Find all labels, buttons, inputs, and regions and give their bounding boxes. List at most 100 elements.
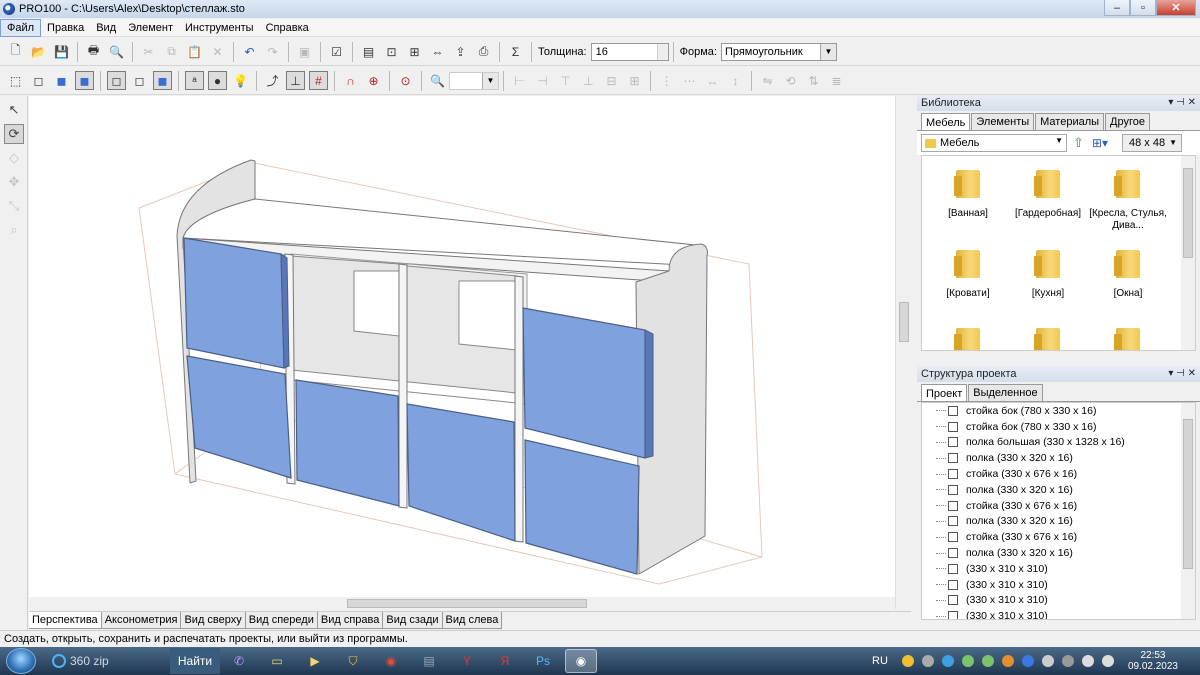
- taskbar-search-input[interactable]: 360 zip: [70, 654, 170, 668]
- library-item[interactable]: [Кухня]: [1008, 250, 1088, 300]
- yandex-icon[interactable]: Я: [489, 649, 521, 673]
- library-scrollbar[interactable]: [1181, 156, 1195, 350]
- tab-right-view[interactable]: Вид справа: [317, 612, 384, 629]
- library-item[interactable]: [Кресла, Стулья, Дива...: [1088, 170, 1168, 232]
- zoom-area-icon[interactable]: ⌕: [4, 220, 24, 240]
- export-icon[interactable]: ⇪: [451, 42, 470, 61]
- menu-tools[interactable]: Инструменты: [179, 20, 260, 36]
- checkbox[interactable]: [948, 453, 958, 464]
- tab-perspective[interactable]: Перспектива: [29, 612, 102, 629]
- library-item[interactable]: [Гардеробная]: [1008, 170, 1088, 220]
- tab-project[interactable]: Проект: [921, 384, 968, 401]
- texture-icon[interactable]: ᵃ: [185, 71, 204, 90]
- tray-network-icon[interactable]: [1081, 655, 1094, 667]
- align-center-icon[interactable]: ⊣: [533, 71, 552, 90]
- menu-view[interactable]: Вид: [90, 20, 122, 36]
- ruler-icon[interactable]: ⊥: [286, 71, 305, 90]
- yandex-browser-icon[interactable]: Y: [451, 649, 483, 673]
- zoom-window-icon[interactable]: ⊡: [382, 42, 401, 61]
- box-outline-icon[interactable]: ◻: [29, 71, 48, 90]
- magnet-select-icon[interactable]: ⤴: [263, 71, 282, 90]
- app-shield-icon[interactable]: ⛉: [337, 649, 369, 673]
- tab-left-view[interactable]: Вид слева: [442, 612, 503, 629]
- distribute-v-icon[interactable]: ⋯: [680, 71, 699, 90]
- menu-element[interactable]: Элемент: [122, 20, 179, 36]
- scroll-thumb[interactable]: [1183, 419, 1193, 569]
- media-player-icon[interactable]: ▶: [299, 649, 331, 673]
- paste-icon[interactable]: 📋: [185, 42, 204, 61]
- checkbox[interactable]: [948, 405, 958, 416]
- tab-axonometry[interactable]: Аксонометрия: [101, 612, 182, 629]
- window-icon[interactable]: ▤: [359, 42, 378, 61]
- library-item[interactable]: [Окна]: [1088, 250, 1168, 300]
- redo-icon[interactable]: ↷: [263, 42, 282, 61]
- library-item[interactable]: [1088, 328, 1168, 350]
- frame-icon[interactable]: ◻: [107, 71, 126, 90]
- tab-front-view[interactable]: Вид спереди: [245, 612, 318, 629]
- icon-size-select[interactable]: 48 x 48 ▼: [1121, 134, 1182, 152]
- checkbox[interactable]: [948, 437, 958, 448]
- stack-icon[interactable]: ≣: [827, 71, 846, 90]
- tray-lightning-icon[interactable]: [901, 655, 914, 667]
- tree-item[interactable]: (330 x 310 x 310): [922, 593, 1195, 609]
- tray-bluetooth-icon[interactable]: [1021, 655, 1034, 667]
- sum-icon[interactable]: Σ: [506, 42, 525, 61]
- menu-help[interactable]: Справка: [260, 20, 315, 36]
- tray-green-icon[interactable]: [961, 655, 974, 667]
- tree-item[interactable]: полка (330 x 320 x 16): [922, 450, 1195, 466]
- tab-selected[interactable]: Выделенное: [968, 384, 1043, 401]
- tree-item[interactable]: стойка (330 x 676 x 16): [922, 498, 1195, 514]
- align-middle-icon[interactable]: ⊟: [602, 71, 621, 90]
- pro100-taskbar-icon[interactable]: ◉: [565, 649, 597, 673]
- taskbar-search-button[interactable]: Найти: [170, 648, 220, 674]
- tab-furniture[interactable]: Мебель: [921, 113, 971, 130]
- size-v-icon[interactable]: ↕: [726, 71, 745, 90]
- tab-other[interactable]: Другое: [1105, 113, 1150, 130]
- scroll-thumb[interactable]: [1183, 168, 1193, 258]
- maximize-button[interactable]: ▫: [1130, 0, 1156, 16]
- light-bulb-icon[interactable]: 💡: [231, 71, 250, 90]
- checkbox[interactable]: [948, 516, 958, 527]
- cut-icon[interactable]: ✂: [139, 42, 158, 61]
- checkbox[interactable]: [948, 421, 958, 432]
- notepad-icon[interactable]: ▤: [413, 649, 445, 673]
- checkbox[interactable]: [948, 579, 958, 590]
- material-sphere-icon[interactable]: ●: [208, 71, 227, 90]
- box-solid-icon[interactable]: ◼: [75, 71, 94, 90]
- frame-solid-icon[interactable]: ◼: [153, 71, 172, 90]
- tree-item[interactable]: (330 x 310 x 310): [922, 577, 1195, 593]
- box-wire-icon[interactable]: ⬚: [6, 71, 25, 90]
- language-indicator[interactable]: RU: [872, 655, 888, 667]
- view-mode-icon[interactable]: ⊞▾: [1092, 136, 1108, 150]
- library-item[interactable]: [1008, 328, 1088, 350]
- checkbox[interactable]: [948, 500, 958, 511]
- checkbox[interactable]: [948, 469, 958, 480]
- print-icon[interactable]: 🖶: [84, 42, 103, 61]
- tray-update-icon[interactable]: [941, 655, 954, 667]
- tree-item[interactable]: (330 x 310 x 310): [922, 608, 1195, 619]
- frame-edge-icon[interactable]: ◻: [130, 71, 149, 90]
- mirror-icon[interactable]: ⇋: [758, 71, 777, 90]
- orbit-icon[interactable]: ⟳: [4, 124, 24, 144]
- zoom-select[interactable]: ▼: [449, 71, 499, 90]
- folder-up-icon[interactable]: ⇧: [1073, 135, 1084, 151]
- new-file-icon[interactable]: 🗋: [6, 42, 25, 61]
- open-folder-icon[interactable]: 📂: [29, 42, 48, 61]
- pointer-icon[interactable]: ↖: [4, 100, 24, 120]
- save-icon[interactable]: 💾: [52, 42, 71, 61]
- tree-item[interactable]: полка большая (330 x 1328 x 16): [922, 435, 1195, 451]
- tree-item[interactable]: стойка бок (780 x 330 x 16): [922, 419, 1195, 435]
- checkbox[interactable]: [948, 595, 958, 606]
- magnet-icon[interactable]: ∩: [341, 71, 360, 90]
- copy-icon[interactable]: ⧉: [162, 42, 181, 61]
- scale-icon[interactable]: ⤡: [4, 196, 24, 216]
- tree-item[interactable]: полка (330 x 320 x 16): [922, 545, 1195, 561]
- distribute-h-icon[interactable]: ⋮: [657, 71, 676, 90]
- scroll-thumb[interactable]: [899, 302, 909, 342]
- tray-orange-icon[interactable]: [1001, 655, 1014, 667]
- checkbox[interactable]: [948, 548, 958, 559]
- size-h-icon[interactable]: ↔: [703, 71, 722, 90]
- tab-back-view[interactable]: Вид сзади: [383, 612, 443, 629]
- checkbox[interactable]: [948, 532, 958, 543]
- tray-cloud-icon[interactable]: [1041, 655, 1054, 667]
